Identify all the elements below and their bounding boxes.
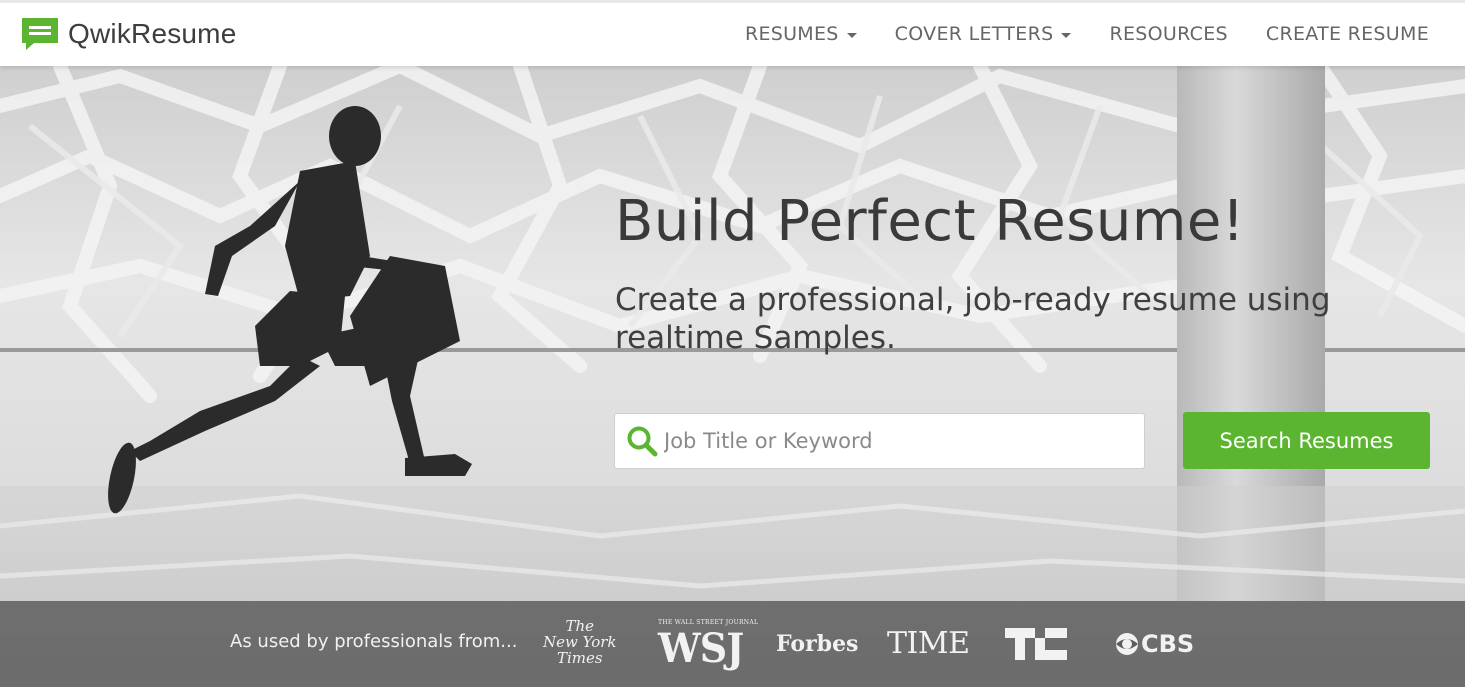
hero-subtitle: Create a professional, job-ready resume … — [615, 282, 1331, 356]
site-logo-text: QwikResume — [68, 18, 237, 49]
top-navigation-bar: QwikResume RESUMES COVER LETTERS RESOURC… — [0, 0, 1465, 66]
cbs-logo: CBS — [1115, 630, 1194, 658]
nav-create-resume-label: CREATE RESUME — [1265, 23, 1429, 45]
chevron-down-icon — [1061, 32, 1072, 38]
hero-title: Build Perfect Resume! — [615, 189, 1245, 254]
hero-background-image — [0, 66, 1465, 687]
time-logo: TIME — [887, 626, 970, 661]
nav-resumes-dropdown[interactable]: RESUMES — [745, 23, 857, 45]
wsj-logo: WSJ — [658, 625, 744, 672]
search-input[interactable] — [664, 414, 1144, 468]
chat-bubble-logo-icon — [22, 18, 58, 50]
new-york-times-logo: The New York Times — [543, 618, 617, 666]
search-resumes-button[interactable]: Search Resumes — [1183, 412, 1430, 469]
nav-cover-letters-dropdown[interactable]: COVER LETTERS — [895, 23, 1072, 45]
nav-resumes-label: RESUMES — [744, 23, 839, 45]
main-nav: RESUMES COVER LETTERS RESOURCES CREATE R… — [707, 23, 1429, 45]
press-label: As used by professionals from... — [230, 631, 518, 652]
nav-resources[interactable]: RESOURCES — [1109, 23, 1227, 45]
site-logo[interactable]: QwikResume — [20, 16, 236, 52]
nyt-logo-line: Times — [556, 649, 603, 667]
nav-cover-letters-label: COVER LETTERS — [894, 23, 1054, 45]
cbs-eye-icon — [1116, 633, 1138, 655]
nav-create-resume[interactable]: CREATE RESUME — [1266, 23, 1429, 45]
search-icon — [627, 426, 658, 457]
press-logos-strip: As used by professionals from... The New… — [0, 601, 1465, 687]
hero-banner: Build Perfect Resume! Create a professio… — [0, 66, 1465, 687]
forbes-logo: Forbes — [776, 631, 859, 657]
nyt-logo-line: New York — [543, 633, 617, 651]
techcrunch-logo — [1005, 628, 1067, 660]
chevron-down-icon — [846, 32, 857, 38]
search-field-container[interactable] — [614, 413, 1145, 469]
nav-resources-label: RESOURCES — [1109, 23, 1228, 45]
cbs-logo-text: CBS — [1141, 630, 1195, 658]
nyt-logo-line: The — [565, 617, 595, 635]
